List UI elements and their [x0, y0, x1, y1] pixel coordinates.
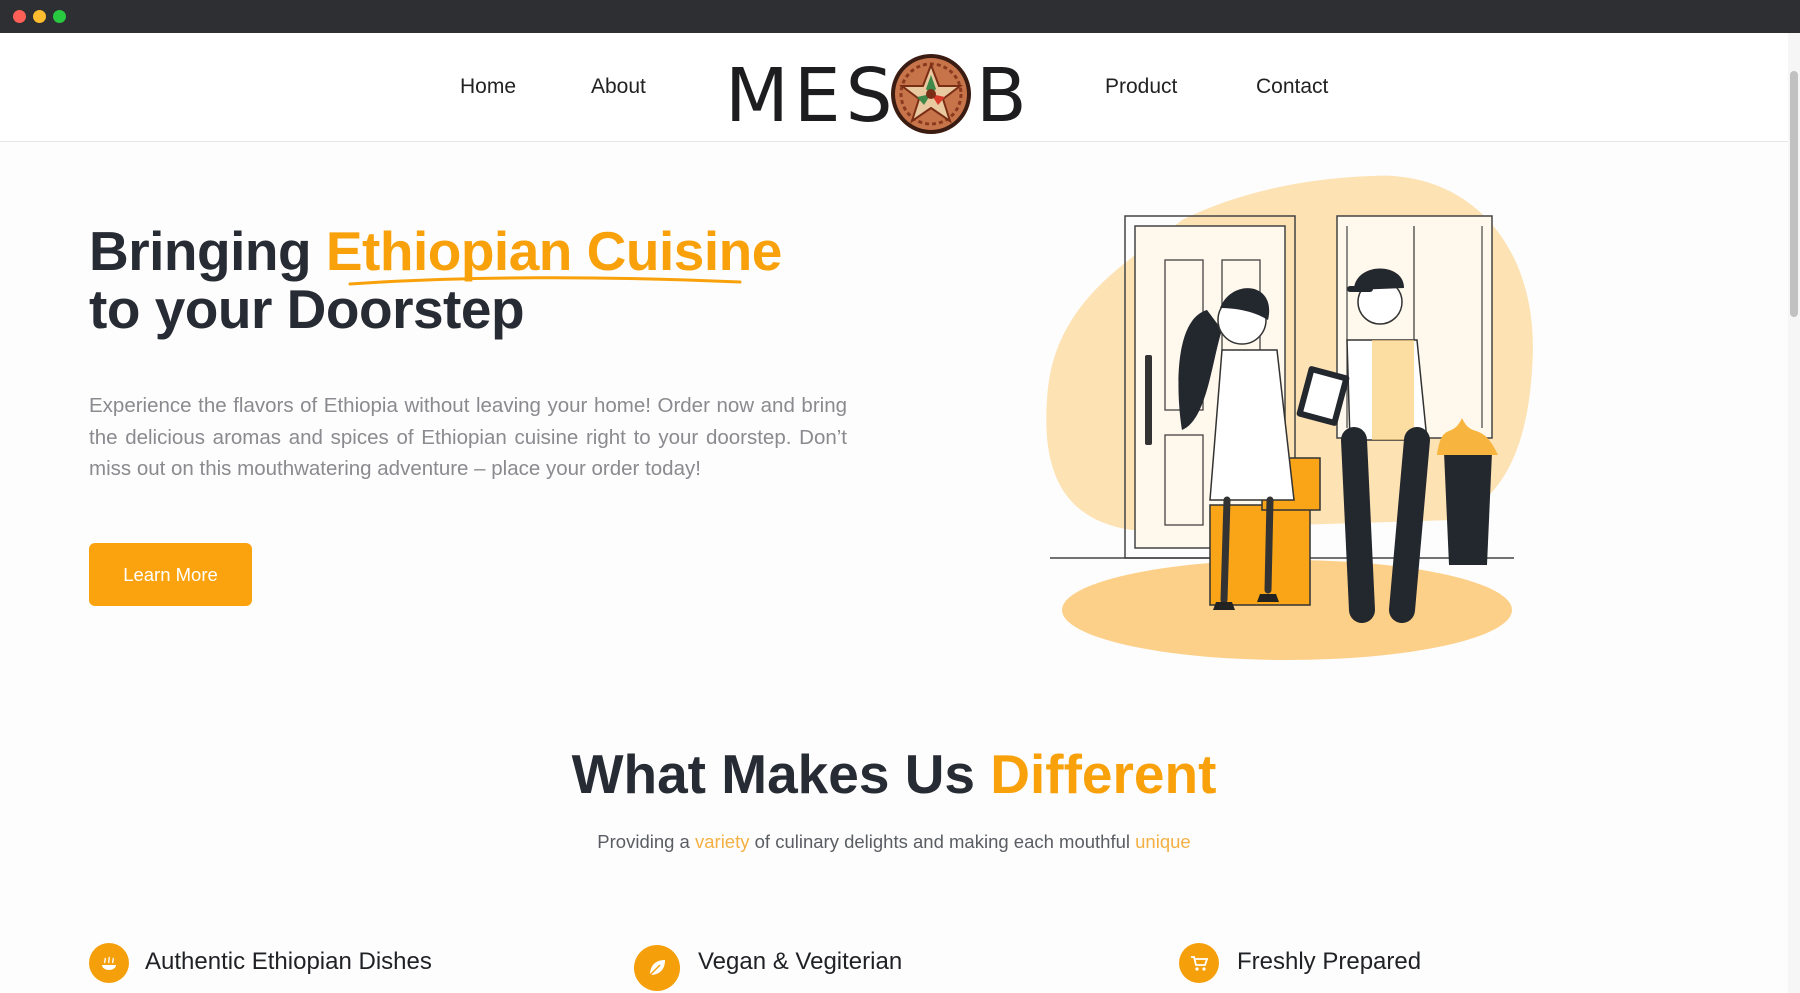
minimize-window-button[interactable] [33, 10, 46, 23]
site-logo[interactable]: MES B [722, 47, 1027, 139]
leaf-icon [634, 945, 680, 991]
scrollbar-thumb[interactable] [1790, 71, 1798, 317]
section-sub-part1: Providing a [597, 831, 695, 852]
hero-title-part1: Bringing [89, 220, 326, 282]
delivery-illustration [1046, 175, 1533, 660]
section-title-accent: Different [990, 743, 1217, 805]
title-underline-decoration [348, 276, 742, 286]
hero-description: Experience the flavors of Ethiopia witho… [89, 394, 847, 480]
feature-label: Freshly Prepared [1237, 948, 1422, 975]
section-title: What Makes Us Different [0, 742, 1788, 806]
window-titlebar [0, 0, 1800, 33]
nav-link-home[interactable]: Home [460, 75, 516, 99]
scrollbar[interactable] [1788, 33, 1800, 993]
cart-icon [1179, 943, 1219, 983]
nav-link-product[interactable]: Product [1105, 75, 1177, 99]
nav-link-about[interactable]: About [591, 75, 646, 99]
feature-label: Authentic Ethiopian Dishes [145, 948, 432, 975]
section-sub-highlight-unique: unique [1135, 831, 1191, 852]
section-title-plain: What Makes Us [571, 743, 991, 805]
logo-text-end: B [976, 53, 1032, 139]
section-subtitle: Providing a variety of culinary delights… [0, 831, 1788, 853]
learn-more-button[interactable]: Learn More [89, 543, 252, 606]
nav-link-contact[interactable]: Contact [1256, 75, 1328, 99]
dish-icon [89, 943, 129, 983]
top-navigation: Home About MES B Product Contact [0, 33, 1788, 142]
maximize-window-button[interactable] [53, 10, 66, 23]
section-sub-highlight-variety: variety [695, 831, 750, 852]
feature-label: Vegan & Vegiterian [698, 948, 903, 975]
section-sub-part2: of culinary delights and making each mou… [749, 831, 1136, 852]
close-window-button[interactable] [13, 10, 26, 23]
mesob-basket-icon [891, 54, 971, 134]
logo-text-start: MES [725, 53, 898, 139]
